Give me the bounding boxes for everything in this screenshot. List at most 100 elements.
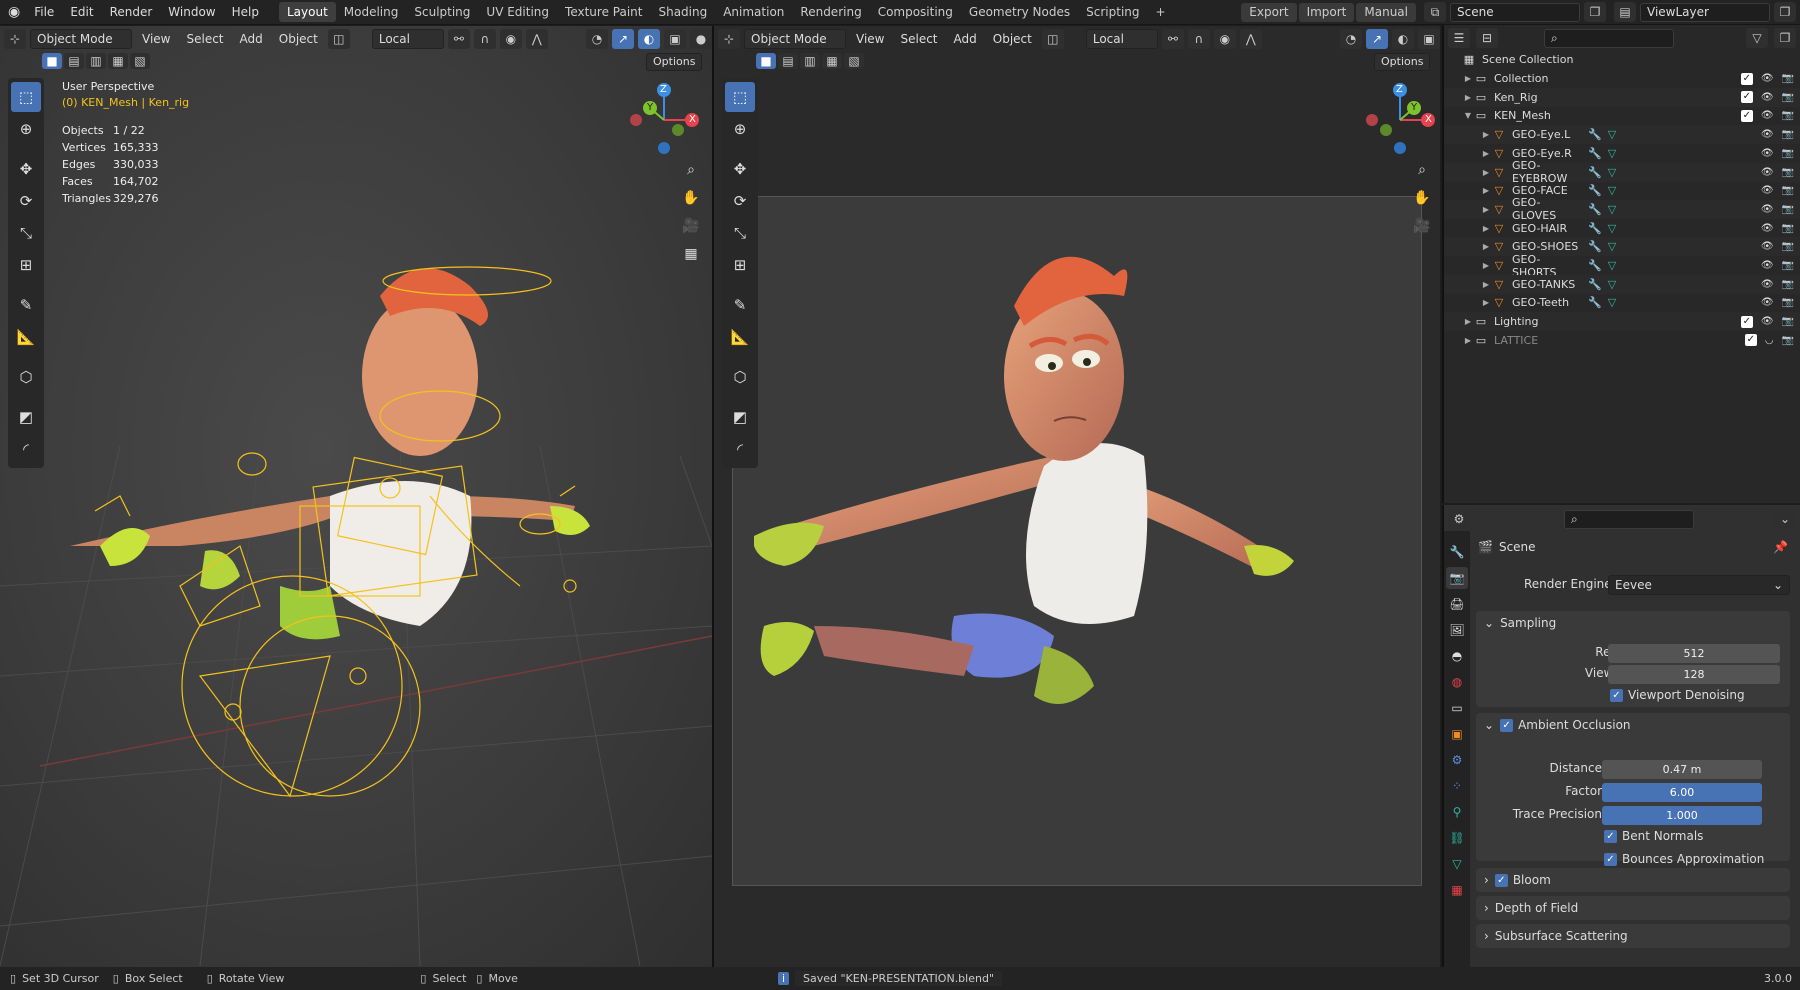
eye-icon[interactable]: 👁 [1761,241,1774,252]
chevron-right-icon[interactable]: ▶ [1462,317,1474,326]
display-mode-icon[interactable]: ⊟ [1476,28,1498,48]
new-viewlayer-icon[interactable]: ❐ [1774,2,1796,22]
render-camera-icon[interactable]: 📷 [1782,260,1794,271]
render-camera-icon[interactable]: 📷 [1782,167,1794,178]
menu-help[interactable]: Help [224,0,267,25]
render-camera-icon[interactable]: 📷 [1782,92,1794,103]
outliner-row[interactable]: ▶ ▭ LATTICE ✓ ◡ 📷 [1444,331,1800,350]
modifier-icon[interactable]: 🔧 [1588,166,1602,179]
modifier-icon[interactable]: 🔧 [1588,278,1602,291]
outliner-root[interactable]: ▦ Scene Collection [1444,50,1800,69]
tab-compositing[interactable]: Compositing [870,2,961,22]
tab-modeling[interactable]: Modeling [336,2,407,22]
eye-icon[interactable]: 👁 [1761,316,1774,327]
chevron-right-icon[interactable]: ▶ [1480,261,1492,270]
tab-animation[interactable]: Animation [715,2,792,22]
viewport-denoising-checkbox[interactable]: ✓ Viewport Denoising [1610,688,1745,702]
eye-icon[interactable]: 👁 [1761,185,1774,196]
new-collection-icon[interactable]: ❐ [1774,28,1796,48]
check-icon[interactable]: ✓ [1494,873,1508,887]
tab-layout[interactable]: Layout [278,2,336,22]
chevron-right-icon[interactable]: ▶ [1480,186,1492,195]
bent-normals-checkbox[interactable]: ✓ Bent Normals [1604,829,1703,843]
modifier-icon[interactable]: 🔧 [1588,222,1602,235]
object-tab-icon[interactable]: ▣ [1446,723,1468,745]
output-tab-icon[interactable]: 🖨 [1446,593,1468,615]
menu-file[interactable]: File [26,0,62,25]
camera-view-icon[interactable]: 🎥 [1410,214,1434,238]
eye-icon[interactable]: 👁 [1761,92,1774,103]
render-camera-icon[interactable]: 📷 [1782,241,1794,252]
render-camera-icon[interactable]: 📷 [1782,185,1794,196]
eye-icon[interactable]: 👁 [1761,110,1774,121]
viewport-right[interactable]: ⊹ Object Mode View Select Add Object ◫ L… [714,26,1440,967]
tab-uv-editing[interactable]: UV Editing [478,2,557,22]
outliner-row[interactable]: ▶ ▽ GEO-Teeth 🔧 ▽ 👁 📷 [1444,293,1800,312]
menu-edit[interactable]: Edit [62,0,101,25]
outliner-row[interactable]: ▶ ▽ GEO-TANKS 🔧 ▽ 👁 📷 [1444,274,1800,294]
outliner-editor-icon[interactable]: ☰ [1448,28,1470,48]
chevron-right-icon[interactable]: ▶ [1462,336,1474,345]
tab-texture-paint[interactable]: Texture Paint [557,2,650,22]
data-tab-icon[interactable]: ▽ [1446,853,1468,875]
eye-icon[interactable]: 👁 [1761,297,1774,308]
ao-header[interactable]: ⌄ ✓ Ambient Occlusion [1476,713,1790,737]
viewlayer-selector-icon[interactable]: ▤ [1614,2,1636,22]
mesh-data-icon[interactable]: ▽ [1608,222,1616,235]
pan-hand-icon[interactable]: ✋ [679,186,703,210]
tab-sculpting[interactable]: Sculpting [406,2,478,22]
pan-hand-icon[interactable]: ✋ [1410,186,1434,210]
new-scene-icon[interactable]: ❐ [1584,2,1606,22]
render-camera-icon[interactable]: 📷 [1782,204,1794,215]
scene-name-field[interactable]: Scene [1450,2,1580,22]
blender-logo-icon[interactable]: ◉ [0,0,26,25]
collection-tab-icon[interactable]: ▭ [1446,697,1468,719]
chevron-down-icon[interactable]: ▼ [1462,111,1474,120]
render-camera-icon[interactable]: 📷 [1782,335,1794,346]
mesh-data-icon[interactable]: ▽ [1608,184,1616,197]
mesh-data-icon[interactable]: ▽ [1608,147,1616,160]
texture-tab-icon[interactable]: ▦ [1446,879,1468,901]
modifier-icon[interactable]: 🔧 [1588,147,1602,160]
chevron-right-icon[interactable]: ▶ [1480,280,1492,289]
tab-scripting[interactable]: Scripting [1078,2,1147,22]
outliner-row[interactable]: ▼ ▭ KEN_Mesh ✓ 👁 📷 [1444,106,1800,125]
modifier-icon[interactable]: 🔧 [1588,240,1602,253]
chevron-right-icon[interactable]: ▶ [1480,298,1492,307]
eye-icon[interactable]: ◡ [1765,335,1774,346]
render-camera-icon[interactable]: 📷 [1782,223,1794,234]
properties-editor-icon[interactable]: ⚙ [1448,509,1470,529]
outliner-row[interactable]: ▶ ▽ GEO-Eye.L 🔧 ▽ 👁 📷 [1444,125,1800,145]
manual-button[interactable]: Manual [1356,2,1416,22]
render-tab-icon[interactable]: 📷 [1446,567,1468,589]
properties-search-input[interactable]: ⌕ [1564,509,1694,529]
mesh-data-icon[interactable]: ▽ [1608,166,1616,179]
eye-icon[interactable]: 👁 [1761,129,1774,140]
mesh-data-icon[interactable]: ▽ [1608,240,1616,253]
outliner-search-input[interactable]: ⌕ [1544,28,1674,48]
render-engine-dropdown[interactable]: Eevee ⌄ [1608,575,1790,595]
mesh-data-icon[interactable]: ▽ [1608,296,1616,309]
scene-tab-icon[interactable]: ◓ [1446,645,1468,667]
outliner-row[interactable]: ▶ ▭ Collection ✓ 👁 📷 [1444,69,1800,88]
view-layer-tab-icon[interactable]: 🖼 [1446,619,1468,641]
render-camera-icon[interactable]: 📷 [1782,110,1794,121]
depth-of-field-panel[interactable]: › Depth of Field [1476,896,1790,920]
exclude-checkbox[interactable]: ✓ [1740,91,1753,104]
viewport-samples-field[interactable]: 128 [1608,665,1780,684]
check-icon[interactable]: ✓ [1500,718,1514,732]
render-camera-icon[interactable]: 📷 [1782,316,1794,327]
render-camera-icon[interactable]: 📷 [1782,73,1794,84]
mesh-data-icon[interactable]: ▽ [1608,278,1616,291]
outliner-row[interactable]: ▶ ▽ GEO-EYEBROW 🔧 ▽ 👁 📷 [1444,159,1800,185]
filter-icon[interactable]: ▽ [1746,28,1768,48]
world-tab-icon[interactable]: ◍ [1446,671,1468,693]
chevron-right-icon[interactable]: ▶ [1480,242,1492,251]
outliner-row[interactable]: ▶ ▽ GEO-Eye.R 🔧 ▽ 👁 📷 [1444,144,1800,163]
add-workspace-button[interactable]: + [1148,2,1174,22]
chevron-right-icon[interactable]: ▶ [1480,224,1492,233]
menu-window[interactable]: Window [160,0,223,25]
mesh-data-icon[interactable]: ▽ [1608,259,1616,272]
bounces-approximation-checkbox[interactable]: ✓ Bounces Approximation [1604,852,1764,866]
modifier-icon[interactable]: 🔧 [1588,203,1602,216]
